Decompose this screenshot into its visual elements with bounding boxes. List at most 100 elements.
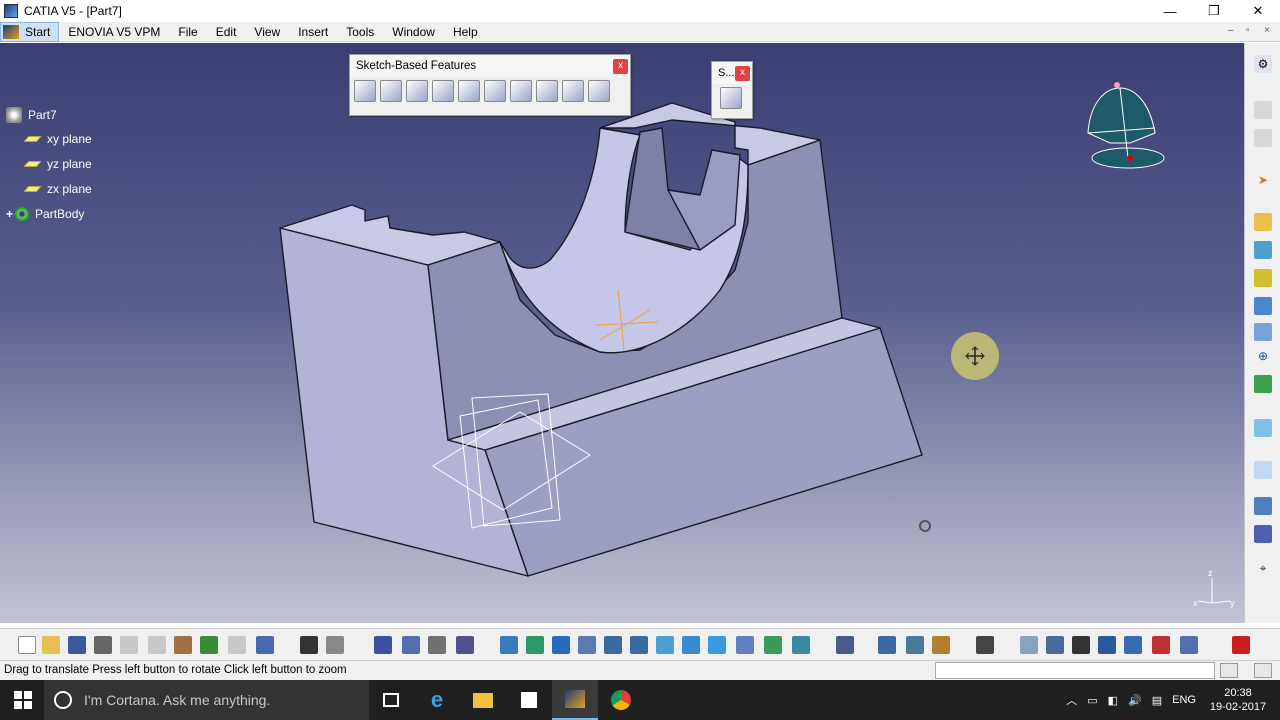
fly-mode-icon[interactable] [500,636,518,654]
measure-between-icon[interactable] [878,636,896,654]
menu-help[interactable]: Help [444,22,487,42]
rib-icon[interactable] [484,80,506,102]
show-hidden-icon[interactable]: ︿ [1066,692,1077,708]
language-indicator[interactable]: ENG [1172,694,1196,706]
sketch-based-features-toolbar[interactable]: Sketch-Based Features x [349,54,631,116]
menu-tools[interactable]: Tools [337,22,383,42]
hierarchy-icon[interactable] [836,636,854,654]
axis-icon[interactable] [1072,636,1090,654]
network-icon[interactable]: ◧ [1108,694,1118,707]
restore-button[interactable]: ❐ [1192,0,1236,22]
menu-window[interactable]: Window [383,22,444,42]
sketcher-toolbar-close-button[interactable]: x [735,66,750,81]
new-icon[interactable] [18,636,36,654]
transformation-icon[interactable] [1254,297,1272,315]
mdi-minimize-button[interactable]: – [1228,25,1234,36]
hole-icon[interactable] [458,80,480,102]
store-icon[interactable] [506,680,552,720]
whats-this-icon[interactable] [256,636,274,654]
boolean-icon[interactable] [1254,323,1272,341]
analysis-icon[interactable] [1254,419,1272,437]
dress-up-icon[interactable] [1254,241,1272,259]
menu-insert[interactable]: Insert [289,22,337,42]
stiffener-icon[interactable] [536,80,558,102]
menu-edit[interactable]: Edit [207,22,246,42]
part-geometry[interactable]: z x y [0,43,1244,623]
command-input[interactable] [935,662,1215,679]
normal-view-icon[interactable] [656,636,674,654]
removed-multi-section-icon[interactable] [588,80,610,102]
multi-section-solid-icon[interactable] [562,80,584,102]
reference-element-icon[interactable]: ⊕ [1254,347,1272,365]
apply-icon[interactable] [1180,636,1198,654]
dimension-icon[interactable] [1098,636,1116,654]
windows-start-icon[interactable] [14,691,32,709]
surface-based-icon[interactable] [1254,269,1272,287]
zoom-in-icon[interactable] [604,636,622,654]
tree-node-xy-plane[interactable]: xy plane [23,132,92,146]
redo-icon[interactable] [228,636,246,654]
iso-view-icon[interactable] [708,636,726,654]
measure-item-icon[interactable] [906,636,924,654]
task-view-icon[interactable] [368,680,414,720]
pocket-icon[interactable] [380,80,402,102]
volume-icon[interactable]: 🔊 [1128,694,1142,707]
shading-icon[interactable] [736,636,754,654]
stop-icon[interactable] [1254,663,1272,678]
capture-icon[interactable] [976,636,994,654]
apply-material-icon[interactable] [1254,375,1272,393]
mass-properties-icon[interactable] [932,636,950,654]
open-icon[interactable] [42,636,60,654]
shaft-icon[interactable] [406,80,428,102]
sketch-icon[interactable] [720,87,742,109]
manipulate-icon[interactable] [1046,636,1064,654]
chrome-icon[interactable] [598,680,644,720]
catalog-icon[interactable] [428,636,446,654]
3d-viewport[interactable]: z x y Part7 xy plane yz plane zx plane +… [0,43,1244,623]
tree-node-zx-plane[interactable]: zx plane [23,182,92,196]
constraint-icon[interactable] [1254,497,1272,515]
pattern-icon[interactable] [1254,525,1272,543]
catia-taskbar-icon[interactable] [552,680,598,720]
expand-icon[interactable]: + [6,207,13,221]
close-window-button[interactable]: ✕ [1236,0,1280,22]
axis-system-icon[interactable]: ⌖ [1254,559,1272,577]
multi-view-icon[interactable] [682,636,700,654]
action-center-icon[interactable]: ▤ [1152,694,1162,707]
zoom-out-icon[interactable] [630,636,648,654]
cortana-search[interactable]: I'm Cortana. Ask me anything. [44,680,369,720]
formula-icon[interactable] [300,636,318,654]
pad-feature-icon[interactable] [1254,213,1272,231]
swap-visible-icon[interactable] [792,636,810,654]
paste-icon[interactable] [174,636,192,654]
groove-icon[interactable] [432,80,454,102]
edge-icon[interactable]: e [414,680,460,720]
toolbar-close-button[interactable]: x [613,59,628,74]
menu-view[interactable]: View [245,22,289,42]
pan-icon[interactable] [552,636,570,654]
menu-enovia[interactable]: ENOVIA V5 VPM [59,22,169,42]
settings-gear-icon[interactable]: ⚙ [1254,55,1272,73]
menu-file[interactable]: File [169,22,206,42]
select-arrow-icon[interactable]: ➤ [1254,171,1272,189]
analysis-tool-icon[interactable] [1152,636,1170,654]
undo-icon[interactable] [200,636,218,654]
fit-all-icon[interactable] [526,636,544,654]
tree-node-partbody[interactable]: + PartBody [6,207,84,221]
tree-icon[interactable] [402,636,420,654]
measure-icon[interactable] [1254,461,1272,479]
battery-icon[interactable]: ▭ [1087,694,1097,707]
tree-node-yz-plane[interactable]: yz plane [23,157,92,171]
copy-icon[interactable] [148,636,166,654]
print-icon[interactable] [94,636,112,654]
knowledge-icon[interactable] [326,636,344,654]
cut-icon[interactable] [120,636,138,654]
save-icon[interactable] [68,636,86,654]
hide-show-icon[interactable] [764,636,782,654]
pad-icon[interactable] [354,80,376,102]
constraint-display-icon[interactable] [1124,636,1142,654]
update-icon[interactable] [1020,636,1038,654]
start-menu[interactable]: Start [0,21,60,42]
sketcher-toolbar[interactable]: S... x [711,61,753,119]
graph-icon[interactable] [456,636,474,654]
